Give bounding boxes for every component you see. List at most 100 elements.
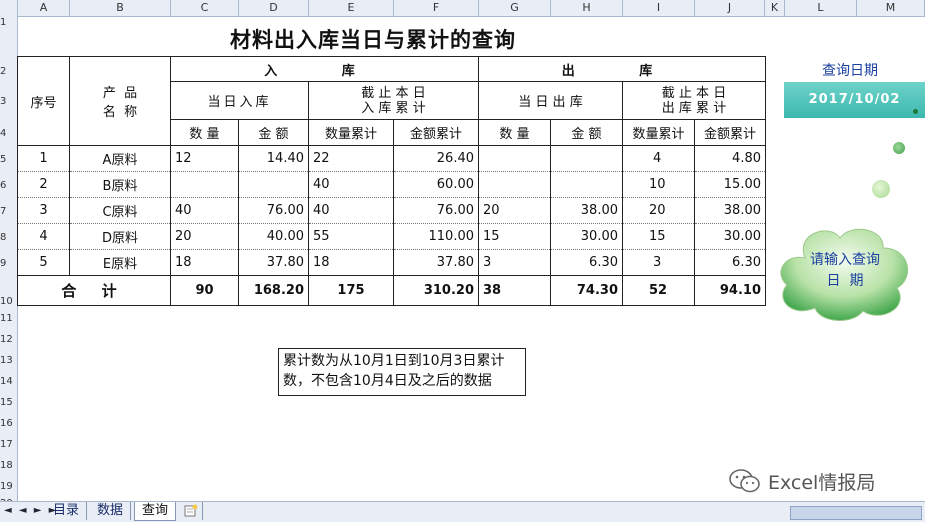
col-header-c[interactable]: C: [171, 0, 239, 16]
row-header[interactable]: 13: [0, 355, 17, 367]
cell-out-qty-cum[interactable]: 15: [622, 223, 695, 250]
cell-in-qty-cum[interactable]: 40: [308, 197, 394, 224]
header-in-qty[interactable]: 数 量: [170, 119, 239, 146]
col-header-e[interactable]: E: [309, 0, 394, 16]
col-header-k[interactable]: K: [765, 0, 785, 16]
col-header-i[interactable]: I: [623, 0, 695, 16]
cell-out-amt[interactable]: [550, 145, 623, 172]
header-seq[interactable]: 序号: [17, 56, 70, 146]
cell-seq[interactable]: 1: [17, 145, 70, 172]
total-label[interactable]: 合 计: [17, 275, 171, 306]
col-header-m[interactable]: M: [857, 0, 925, 16]
row-header[interactable]: 6: [0, 180, 17, 192]
cell-out-qty-cum[interactable]: 10: [622, 171, 695, 198]
row-header[interactable]: 3: [0, 96, 17, 108]
header-product[interactable]: 产 品 名 称: [69, 56, 171, 146]
total-out-qty-cum[interactable]: 52: [622, 275, 695, 306]
cell-out-amt[interactable]: 30.00: [550, 223, 623, 250]
cell-in-qty[interactable]: [170, 171, 239, 198]
cell-in-amt-cum[interactable]: 37.80: [393, 249, 479, 276]
tab-query[interactable]: 查询: [134, 502, 177, 521]
row-header[interactable]: 14: [0, 376, 17, 388]
tab-catalog[interactable]: 目录: [46, 502, 88, 520]
cell-in-qty-cum[interactable]: 55: [308, 223, 394, 250]
cell-in-amt[interactable]: 40.00: [238, 223, 309, 250]
row-header[interactable]: 2: [0, 66, 17, 78]
cell-name[interactable]: E原料: [69, 249, 171, 276]
insert-sheet-icon[interactable]: [180, 502, 203, 520]
row-header[interactable]: 1: [0, 17, 17, 29]
cell-out-amt-cum[interactable]: 15.00: [694, 171, 766, 198]
cell-in-qty[interactable]: 18: [170, 249, 239, 276]
cell-seq[interactable]: 5: [17, 249, 70, 276]
col-header-b[interactable]: B: [70, 0, 171, 16]
cell-in-qty[interactable]: 40: [170, 197, 239, 224]
cell-out-qty-cum[interactable]: 4: [622, 145, 695, 172]
row-header[interactable]: 15: [0, 397, 17, 409]
col-header-d[interactable]: D: [239, 0, 309, 16]
row-header[interactable]: 7: [0, 206, 17, 218]
header-out-today[interactable]: 当 日 出 库: [478, 81, 623, 120]
cell-out-qty[interactable]: [478, 171, 551, 198]
col-header-a[interactable]: A: [18, 0, 70, 16]
row-header[interactable]: 11: [0, 313, 17, 325]
cell-in-amt-cum[interactable]: 60.00: [393, 171, 479, 198]
header-in-today[interactable]: 当日入库: [170, 81, 309, 120]
header-out-qty-cum[interactable]: 数量累计: [622, 119, 695, 146]
cell-in-amt-cum[interactable]: 110.00: [393, 223, 479, 250]
cell-out-amt-cum[interactable]: 4.80: [694, 145, 766, 172]
row-header[interactable]: 4: [0, 128, 17, 140]
cell-in-qty-cum[interactable]: 18: [308, 249, 394, 276]
cell-out-amt-cum[interactable]: 6.30: [694, 249, 766, 276]
cell-in-amt[interactable]: [238, 171, 309, 198]
cell-in-qty[interactable]: 20: [170, 223, 239, 250]
total-in-amt-cum[interactable]: 310.20: [393, 275, 479, 306]
cell-out-qty[interactable]: 20: [478, 197, 551, 224]
row-header[interactable]: 12: [0, 334, 17, 346]
cell-out-amt[interactable]: [550, 171, 623, 198]
header-out-amount-cum[interactable]: 金额累计: [694, 119, 766, 146]
cell-out-qty-cum[interactable]: 20: [622, 197, 695, 224]
total-out-amt[interactable]: 74.30: [550, 275, 623, 306]
cell-out-qty-cum[interactable]: 3: [622, 249, 695, 276]
cell-in-qty-cum[interactable]: 40: [308, 171, 394, 198]
col-header-h[interactable]: H: [551, 0, 623, 16]
row-header[interactable]: 5: [0, 154, 17, 166]
header-in-qty-cum[interactable]: 数量累计: [308, 119, 394, 146]
cell-in-qty-cum[interactable]: 22: [308, 145, 394, 172]
cell-in-amt[interactable]: 76.00: [238, 197, 309, 224]
query-date-input[interactable]: 2017/10/02: [784, 82, 925, 118]
header-out-qty[interactable]: 数 量: [478, 119, 551, 146]
row-header[interactable]: 16: [0, 418, 17, 430]
cell-out-amt[interactable]: 38.00: [550, 197, 623, 224]
cell-out-qty[interactable]: 3: [478, 249, 551, 276]
total-in-qty-cum[interactable]: 175: [308, 275, 394, 306]
header-out-cum[interactable]: 截 止 本 日 出 库 累 计: [622, 81, 766, 120]
cell-out-qty[interactable]: 15: [478, 223, 551, 250]
row-header[interactable]: 18: [0, 460, 17, 472]
total-out-amt-cum[interactable]: 94.10: [694, 275, 766, 306]
cell-in-amt-cum[interactable]: 26.40: [393, 145, 479, 172]
col-header-f[interactable]: F: [394, 0, 479, 16]
header-out-group[interactable]: 出 库: [478, 56, 766, 82]
total-in-qty[interactable]: 90: [170, 275, 239, 306]
row-header[interactable]: 9: [0, 258, 17, 270]
cell-name[interactable]: C原料: [69, 197, 171, 224]
header-in-amount-cum[interactable]: 金额累计: [393, 119, 479, 146]
cell-name[interactable]: A原料: [69, 145, 171, 172]
cell-in-amt[interactable]: 14.40: [238, 145, 309, 172]
header-in-amount[interactable]: 金 额: [238, 119, 309, 146]
header-in-cum[interactable]: 截 止 本 日 入 库 累 计: [308, 81, 479, 120]
cell-seq[interactable]: 4: [17, 223, 70, 250]
cell-seq[interactable]: 2: [17, 171, 70, 198]
note-textbox[interactable]: 累计数为从10月1日到10月3日累计数，不包含10月4日及之后的数据: [278, 348, 526, 396]
cell-seq[interactable]: 3: [17, 197, 70, 224]
cell-out-amt[interactable]: 6.30: [550, 249, 623, 276]
col-header-j[interactable]: J: [695, 0, 765, 16]
cell-out-qty[interactable]: [478, 145, 551, 172]
cell-out-amt-cum[interactable]: 38.00: [694, 197, 766, 224]
cell-in-amt[interactable]: 37.80: [238, 249, 309, 276]
total-out-qty[interactable]: 38: [478, 275, 551, 306]
tab-data[interactable]: 数据: [90, 502, 132, 520]
cell-name[interactable]: D原料: [69, 223, 171, 250]
